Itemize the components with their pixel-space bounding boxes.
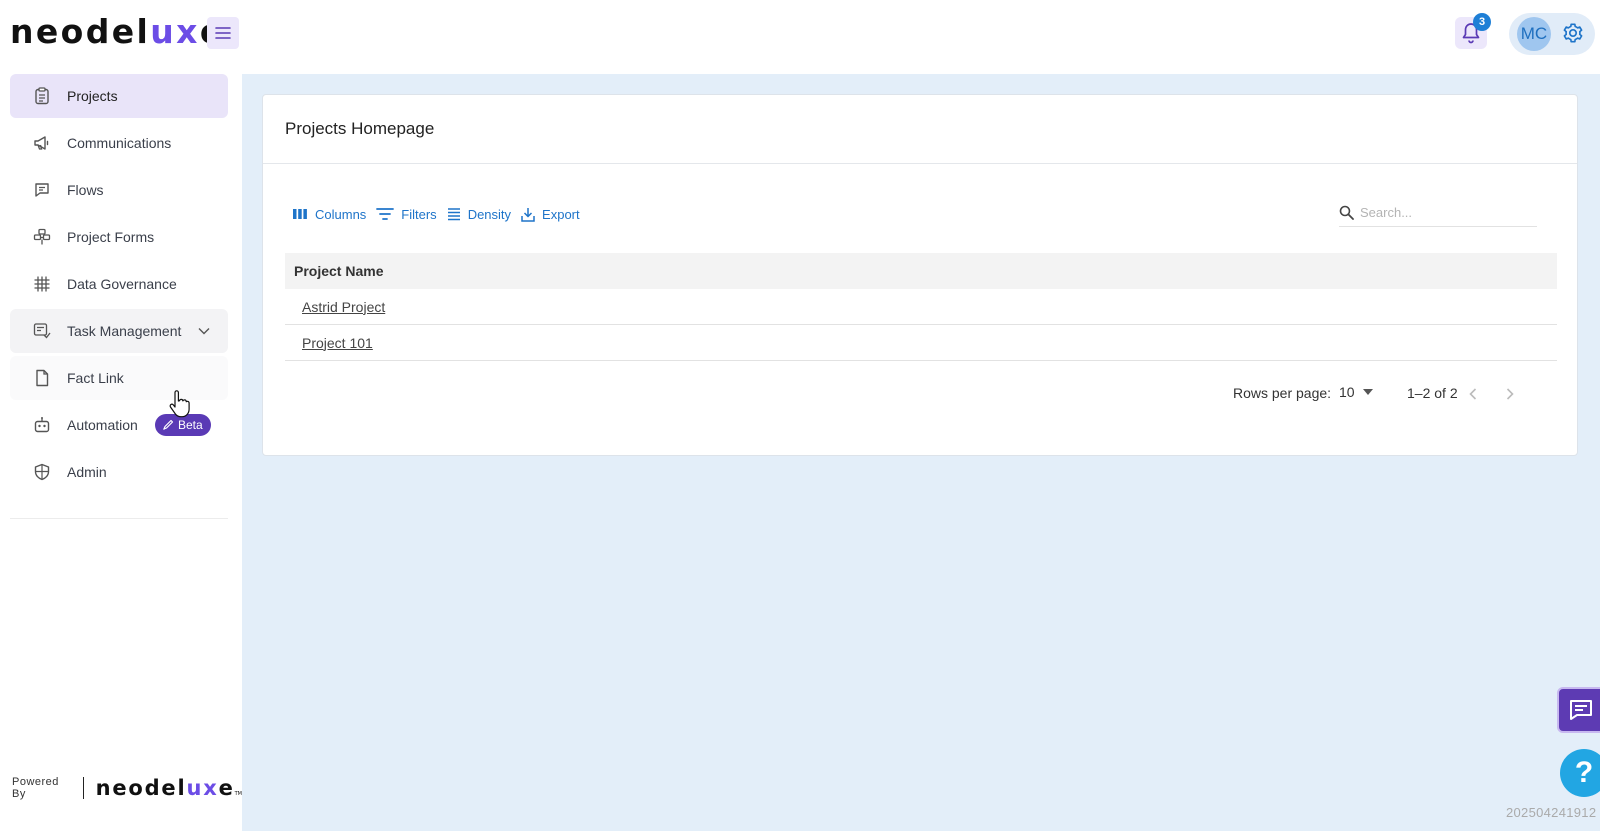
- search-input[interactable]: [1360, 205, 1525, 220]
- app-header: neodeluxeTM 3 MC: [0, 0, 1600, 66]
- sidebar-item-automation[interactable]: Automation Beta: [10, 403, 228, 447]
- filters-button[interactable]: Filters: [376, 207, 437, 222]
- sidebar-divider: [10, 518, 228, 519]
- chevron-left-icon: [1469, 388, 1477, 400]
- sidebar-item-flows[interactable]: Flows: [10, 168, 228, 212]
- chat-icon: [1570, 700, 1592, 720]
- page-title: Projects Homepage: [285, 119, 435, 138]
- columns-icon: [293, 209, 307, 219]
- question-mark-icon: ?: [1574, 756, 1594, 789]
- column-header-label: Project Name: [294, 263, 384, 279]
- rows-per-page-select[interactable]: 10: [1339, 384, 1373, 400]
- hamburger-icon: [215, 27, 231, 39]
- notification-count-badge: 3: [1473, 13, 1491, 31]
- app-logo[interactable]: neodeluxeTM: [10, 12, 234, 51]
- message-icon: [32, 180, 52, 200]
- chevron-down-icon[interactable]: [196, 323, 212, 339]
- clipboard-icon: [32, 86, 52, 106]
- caret-down-icon: [1362, 389, 1373, 395]
- density-button[interactable]: Density: [447, 207, 511, 222]
- projects-card: Projects Homepage Columns Filters Densit…: [262, 94, 1578, 456]
- chevron-right-icon: [1506, 388, 1514, 400]
- sidebar-item-label: Communications: [67, 135, 172, 151]
- next-page-button[interactable]: [1498, 382, 1522, 406]
- sidebar-item-label: Task Management: [67, 323, 182, 339]
- card-divider: [263, 163, 1577, 164]
- pagination-range: 1–2 of 2: [1407, 385, 1458, 401]
- chat-button[interactable]: [1557, 687, 1600, 733]
- sidebar-item-label: Flows: [67, 182, 104, 198]
- sidebar: Projects Communications Flows Project Fo…: [0, 66, 242, 831]
- main-content: Projects Homepage Columns Filters Densit…: [242, 74, 1600, 831]
- file-icon: [32, 368, 52, 388]
- sidebar-item-project-forms[interactable]: Project Forms: [10, 215, 228, 259]
- powered-by: Powered By neodeluxeTM: [12, 776, 242, 800]
- sidebar-item-label: Fact Link: [67, 370, 124, 386]
- columns-button[interactable]: Columns: [292, 207, 366, 222]
- project-link[interactable]: Astrid Project: [302, 299, 385, 315]
- avatar[interactable]: MC: [1517, 17, 1551, 51]
- sidebar-item-projects[interactable]: Projects: [10, 74, 228, 118]
- search-icon: [1339, 205, 1354, 220]
- download-icon: [521, 207, 535, 222]
- export-button[interactable]: Export: [521, 207, 580, 222]
- sidebar-item-task-management[interactable]: Task Management: [10, 309, 228, 353]
- sidebar-item-communications[interactable]: Communications: [10, 121, 228, 165]
- sidebar-item-fact-link[interactable]: Fact Link: [10, 356, 228, 400]
- grid-hash-icon: [32, 274, 52, 294]
- megaphone-icon: [32, 133, 52, 153]
- version-label: 202504241912: [1506, 805, 1597, 820]
- sidebar-item-label: Admin: [67, 464, 107, 480]
- sidebar-item-admin[interactable]: Admin: [10, 450, 228, 494]
- sidebar-item-label: Automation: [67, 417, 138, 433]
- flow-chart-icon: [32, 227, 52, 247]
- powered-by-divider: [82, 777, 84, 799]
- settings-button[interactable]: [1560, 20, 1586, 46]
- sidebar-item-label: Projects: [67, 88, 118, 104]
- powered-by-label: Powered By: [12, 776, 59, 800]
- project-link[interactable]: Project 101: [302, 335, 373, 351]
- search-box: [1339, 199, 1537, 227]
- rows-per-page-label: Rows per page:: [1233, 385, 1332, 401]
- help-button[interactable]: ?: [1560, 749, 1600, 797]
- hand-cursor-icon: [169, 390, 190, 418]
- previous-page-button[interactable]: [1461, 382, 1485, 406]
- grid-toolbar: Columns Filters Density Export: [292, 203, 590, 225]
- robot-icon: [32, 415, 52, 435]
- shield-icon: [32, 462, 52, 482]
- table-row: Astrid Project: [285, 289, 1557, 325]
- menu-toggle-button[interactable]: [207, 17, 239, 49]
- column-header-project-name[interactable]: Project Name: [285, 253, 1557, 289]
- task-icon: [32, 321, 52, 341]
- sidebar-item-label: Data Governance: [67, 276, 177, 292]
- sidebar-item-data-governance[interactable]: Data Governance: [10, 262, 228, 306]
- gear-icon: [1563, 23, 1583, 43]
- rocket-icon: [163, 419, 174, 430]
- filter-icon: [376, 208, 395, 220]
- density-icon: [447, 208, 460, 221]
- sidebar-item-label: Project Forms: [67, 229, 155, 245]
- table-row: Project 101: [285, 325, 1557, 361]
- powered-by-logo: neodeluxeTM: [95, 776, 242, 800]
